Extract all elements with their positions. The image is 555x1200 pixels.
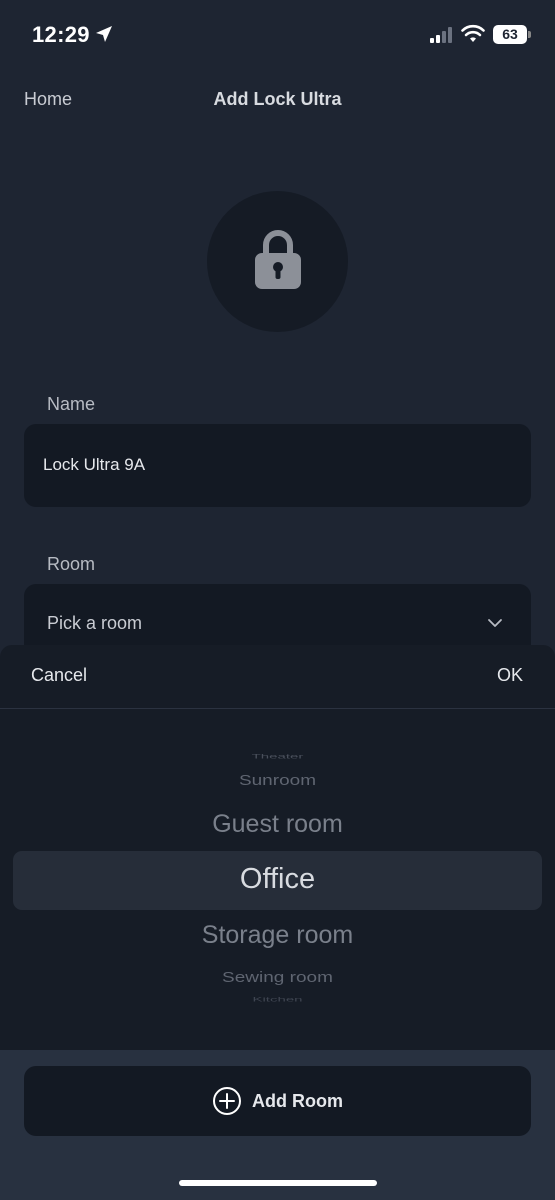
room-picker-sheet: Cancel OK Theater Sunroom Guest room Off… bbox=[0, 645, 555, 1050]
picker-item-selected[interactable]: Office bbox=[0, 863, 555, 896]
picker-item[interactable]: Storage room bbox=[0, 921, 555, 950]
room-label: Room bbox=[47, 554, 96, 574]
room-placeholder: Pick a room bbox=[47, 613, 143, 633]
battery-tip bbox=[528, 31, 531, 38]
wifi-icon bbox=[461, 24, 485, 42]
picker-item[interactable]: Kitchen bbox=[0, 996, 555, 1004]
sheet-divider bbox=[0, 708, 555, 709]
name-field[interactable]: Lock Ultra 9A bbox=[24, 424, 531, 507]
chevron-down-icon bbox=[488, 619, 502, 627]
location-arrow-icon bbox=[96, 26, 112, 42]
cellular-signal-icon bbox=[430, 27, 452, 43]
padlock-icon bbox=[255, 230, 301, 289]
status-time: 12:29 bbox=[32, 22, 90, 47]
picker-item[interactable]: Theater bbox=[0, 753, 555, 761]
add-room-content: Add Room bbox=[24, 1066, 531, 1136]
name-label: Name bbox=[47, 394, 96, 414]
cancel-button[interactable]: Cancel bbox=[31, 665, 87, 686]
ok-button[interactable]: OK bbox=[497, 665, 523, 686]
name-value: Lock Ultra 9A bbox=[43, 455, 146, 474]
page-title: Add Lock Ultra bbox=[213, 89, 342, 109]
add-room-button[interactable]: Add Room bbox=[24, 1066, 531, 1136]
status-bar: 12:29 63 bbox=[0, 0, 555, 70]
picker-item[interactable]: Sunroom bbox=[0, 772, 555, 790]
add-room-label: Add Room bbox=[252, 1090, 343, 1111]
device-avatar bbox=[207, 191, 348, 332]
picker-item[interactable]: Guest room bbox=[0, 810, 555, 839]
picker-item[interactable]: Sewing room bbox=[0, 969, 555, 987]
battery-indicator: 63 bbox=[493, 25, 527, 44]
bottom-action-area: Add Room bbox=[0, 1050, 555, 1200]
plus-circle-icon bbox=[213, 1087, 241, 1115]
home-indicator bbox=[179, 1180, 377, 1186]
